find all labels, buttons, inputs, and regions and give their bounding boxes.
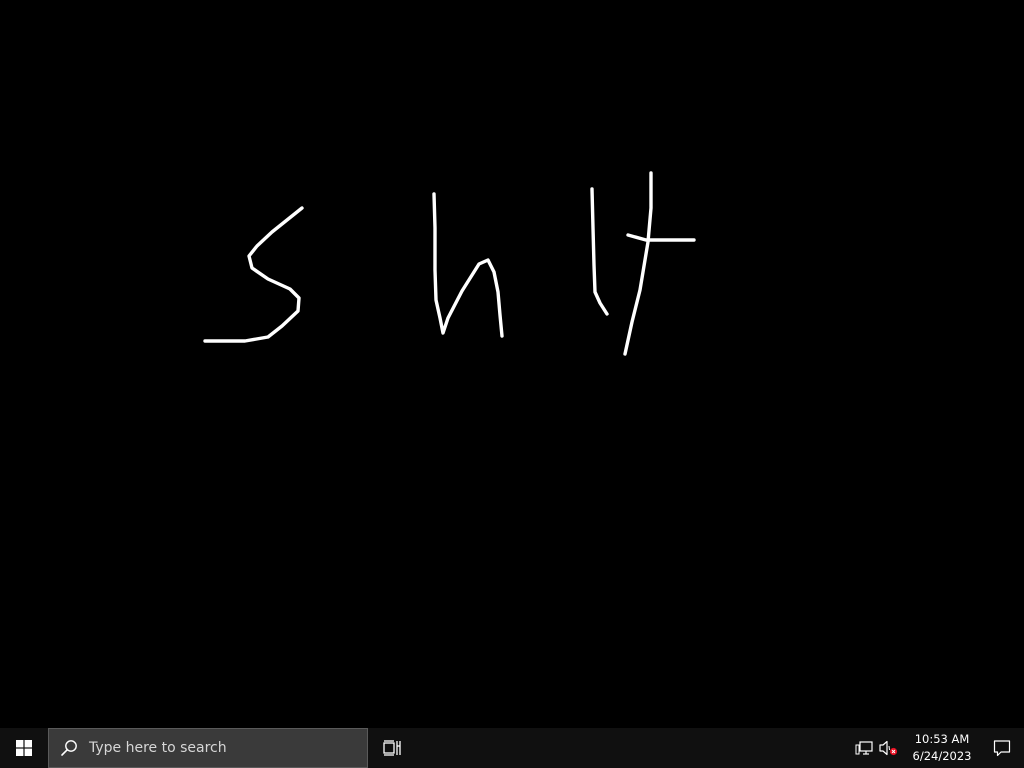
taskbar-spacer	[416, 728, 852, 768]
volume-tray-button[interactable]	[876, 728, 900, 768]
start-button[interactable]	[0, 728, 48, 768]
search-icon	[59, 738, 79, 758]
task-view-icon	[383, 740, 401, 756]
action-center-icon	[993, 740, 1011, 757]
clock[interactable]: 10:53 AM 6/24/2023	[904, 728, 980, 768]
desktop	[0, 0, 1024, 728]
clock-date: 6/24/2023	[912, 749, 972, 763]
drawn-stroke-h	[432, 192, 504, 338]
drawn-stroke-s	[203, 206, 304, 343]
network-icon	[855, 741, 873, 755]
search-box[interactable]: Type here to search	[48, 728, 368, 768]
drawn-stroke-t-stem	[623, 171, 653, 356]
clock-time: 10:53 AM	[914, 732, 970, 746]
drawn-stroke-t-bar	[626, 233, 696, 242]
windows-logo-icon	[16, 740, 32, 756]
network-tray-button[interactable]	[852, 728, 876, 768]
volume-muted-icon	[879, 740, 898, 756]
search-placeholder: Type here to search	[89, 740, 227, 756]
taskbar: Type here to search 10:53 AM 6/24/2023	[0, 728, 1024, 768]
freehand-drawing	[203, 171, 696, 356]
task-view-button[interactable]	[368, 728, 416, 768]
action-center-button[interactable]	[980, 728, 1024, 768]
drawn-stroke-l	[590, 187, 609, 316]
